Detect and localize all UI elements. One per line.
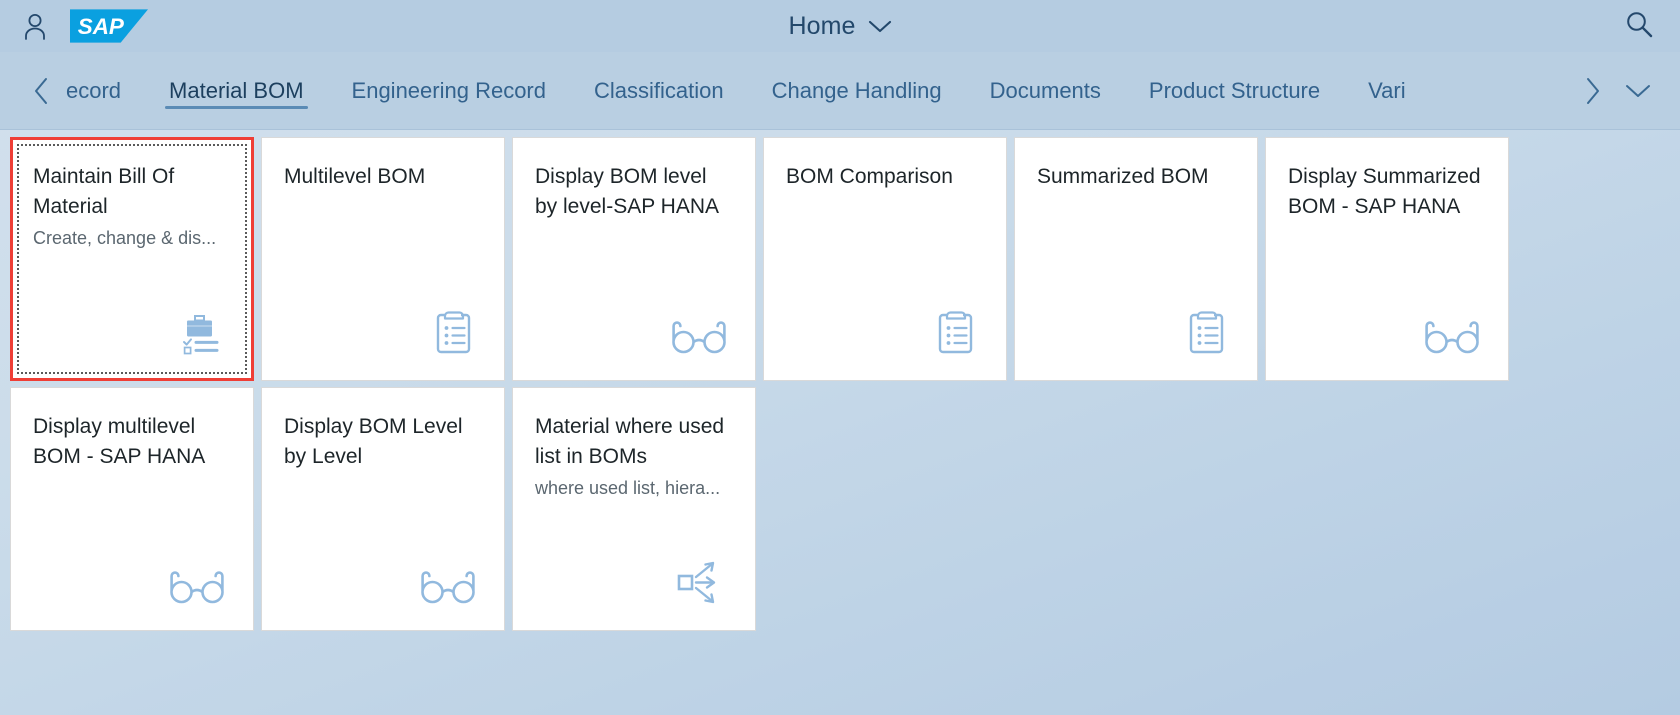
tile-title: BOM Comparison xyxy=(786,165,953,188)
tab-engineering-record-clipped[interactable]: ecord xyxy=(60,52,145,129)
tab-variant-clipped[interactable]: Vari xyxy=(1344,52,1406,129)
tile-title: Display Summarized BOM - SAP HANA xyxy=(1288,165,1481,218)
header-left-group: SAP xyxy=(22,9,148,43)
tile-title: Summarized BOM xyxy=(1037,165,1209,188)
tile-bom-comparison[interactable]: BOM Comparison xyxy=(763,137,1007,381)
tile-display-summarized-bom-sap-hana[interactable]: Display Summarized BOM - SAP HANA xyxy=(1265,137,1509,381)
tile-title: Maintain Bill Of Material xyxy=(33,165,175,218)
tab-label: Classification xyxy=(594,77,724,103)
tab-list: ecord Material BOM Engineering Record Cl… xyxy=(60,52,1574,129)
tab-label: Material BOM xyxy=(169,77,304,103)
tile-title: Display BOM Level by Level xyxy=(284,415,463,468)
user-icon[interactable] xyxy=(22,12,48,40)
header-right-group xyxy=(1620,5,1658,48)
tab-documents[interactable]: Documents xyxy=(966,52,1125,129)
clipboard-list-icon xyxy=(432,307,482,366)
tile-display-bom-level-by-level-sap-hana[interactable]: Display BOM level by level-SAP HANA xyxy=(512,137,756,381)
eyeglasses-icon xyxy=(669,311,733,366)
tab-overflow-button[interactable] xyxy=(1612,68,1664,114)
tab-product-structure[interactable]: Product Structure xyxy=(1125,52,1344,129)
tab-classification[interactable]: Classification xyxy=(570,52,748,129)
chevron-down-icon xyxy=(868,12,892,41)
clipboard-list-icon xyxy=(1185,307,1235,366)
home-menu-button[interactable]: Home xyxy=(788,12,891,41)
tab-navigation-bar: ecord Material BOM Engineering Record Cl… xyxy=(0,52,1680,130)
eyeglasses-icon xyxy=(167,561,231,616)
tab-scroll-right-button[interactable] xyxy=(1574,68,1612,114)
tab-material-bom[interactable]: Material BOM xyxy=(145,52,327,129)
tab-label: Product Structure xyxy=(1148,77,1321,103)
tile-multilevel-bom[interactable]: Multilevel BOM xyxy=(261,137,505,381)
shell-header: SAP Home xyxy=(0,0,1680,52)
tile-title: Multilevel BOM xyxy=(284,165,426,188)
tile-subtitle: Create, change & dis... xyxy=(33,228,217,248)
tab-engineering-record[interactable]: Engineering Record xyxy=(328,52,570,129)
tab-label: Engineering Record xyxy=(351,77,546,103)
tile-row-2: Display multilevel BOM - SAP HANA Displa… xyxy=(10,387,1680,631)
tile-display-multilevel-bom-sap-hana[interactable]: Display multilevel BOM - SAP HANA xyxy=(10,387,254,631)
tile-title: Display multilevel BOM - SAP HANA xyxy=(33,415,206,468)
where-used-icon xyxy=(673,557,733,616)
tab-label: Vari xyxy=(1368,77,1406,103)
tab-label: ecord xyxy=(66,77,122,103)
sap-logo-text: SAP xyxy=(78,14,124,39)
tile-title: Material where used list in BOMs xyxy=(535,415,725,468)
header-center-group: Home xyxy=(0,0,1680,52)
tile-display-bom-level-by-level[interactable]: Display BOM Level by Level xyxy=(261,387,505,631)
home-label: Home xyxy=(788,11,856,40)
tab-change-handling[interactable]: Change Handling xyxy=(748,52,966,129)
search-icon[interactable] xyxy=(1620,5,1658,48)
tile-row-1: Maintain Bill Of Material Create, change… xyxy=(10,137,1680,381)
briefcase-checklist-icon xyxy=(175,305,231,366)
eyeglasses-icon xyxy=(1422,311,1486,366)
tile-material-where-used-list-in-boms[interactable]: Material where used list in BOMs where u… xyxy=(512,387,756,631)
tab-scroll-left-button[interactable] xyxy=(22,68,60,114)
tile-title: Display BOM level by level-SAP HANA xyxy=(535,165,720,218)
tile-grid: Maintain Bill Of Material Create, change… xyxy=(0,130,1680,631)
sap-logo[interactable]: SAP xyxy=(70,9,148,43)
tile-maintain-bill-of-material[interactable]: Maintain Bill Of Material Create, change… xyxy=(10,137,254,381)
tile-subtitle: where used list, hiera... xyxy=(535,478,721,498)
tab-label: Change Handling xyxy=(771,77,942,103)
tile-summarized-bom[interactable]: Summarized BOM xyxy=(1014,137,1258,381)
tab-label: Documents xyxy=(989,77,1101,103)
clipboard-list-icon xyxy=(934,307,984,366)
eyeglasses-icon xyxy=(418,561,482,616)
